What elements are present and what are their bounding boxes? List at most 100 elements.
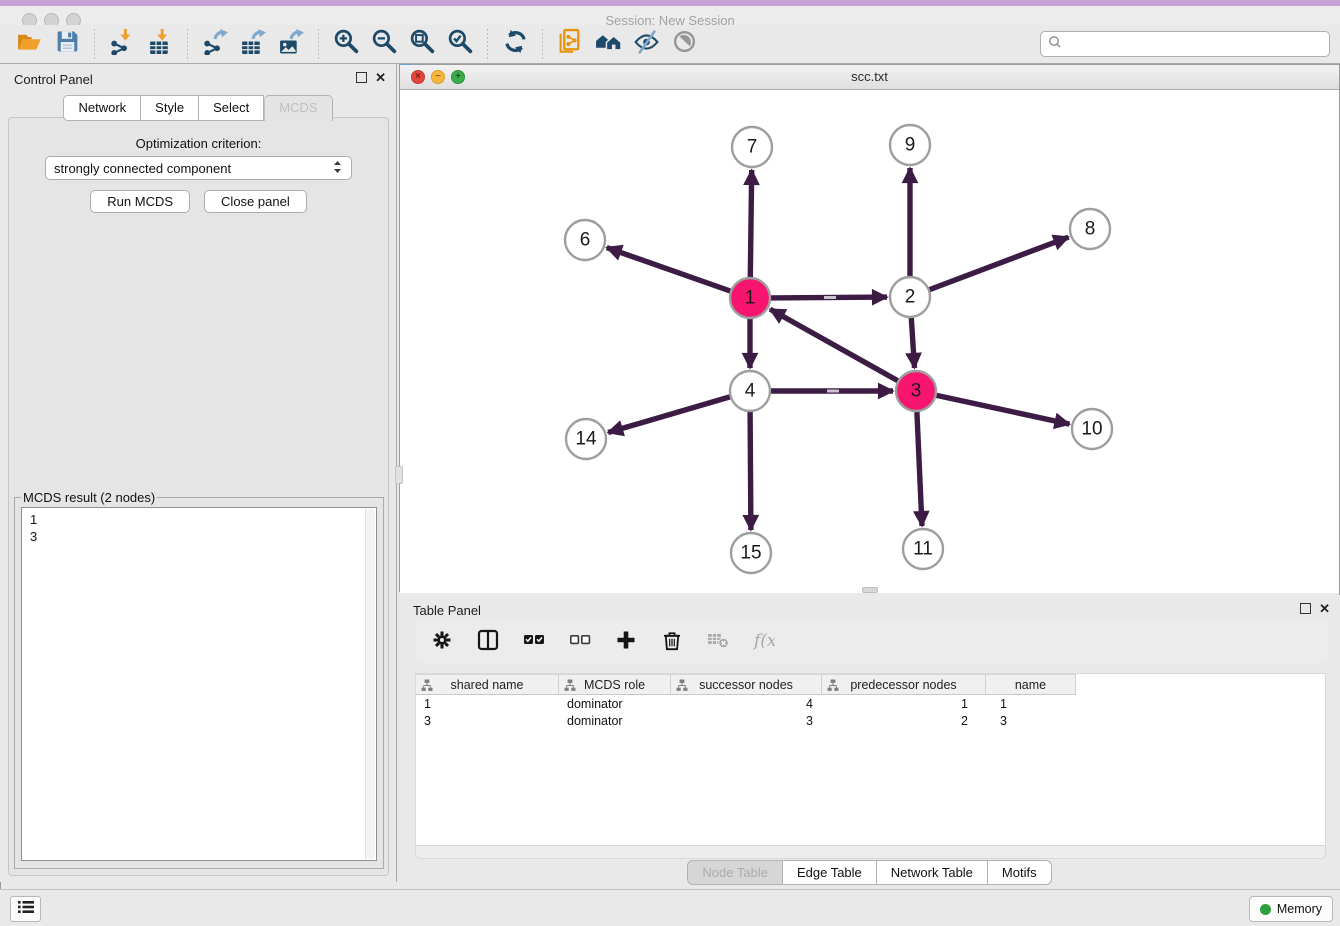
search-input[interactable] xyxy=(1063,33,1329,55)
export-table-button[interactable] xyxy=(234,28,272,60)
open-session-button[interactable] xyxy=(10,28,48,60)
graph-node-14[interactable]: 14 xyxy=(566,419,606,459)
tab-network[interactable]: Network xyxy=(63,95,141,121)
column-label: MCDS role xyxy=(584,678,645,692)
graph-edge-3-10[interactable] xyxy=(937,395,1070,424)
import-table-button[interactable] xyxy=(141,28,179,60)
tab-motifs[interactable]: Motifs xyxy=(988,860,1052,885)
table-row[interactable]: 1dominator411 xyxy=(416,695,1325,712)
add-column-button[interactable] xyxy=(613,629,639,655)
zoom-selected-button[interactable] xyxy=(441,28,479,60)
table-horizontal-scrollbar[interactable] xyxy=(416,845,1325,858)
network-splitter-grip[interactable] xyxy=(862,587,878,593)
graph-node-1[interactable]: 1 xyxy=(730,278,770,318)
refresh-network-icon xyxy=(502,28,529,60)
graph-edge-2-3[interactable] xyxy=(911,318,914,368)
graph-edge-1-7[interactable] xyxy=(750,170,751,277)
memory-button[interactable]: Memory xyxy=(1249,896,1333,922)
column-type-icon xyxy=(564,679,576,695)
import-network-button[interactable] xyxy=(103,28,141,60)
table-cell[interactable]: 1 xyxy=(822,695,986,712)
graph-node-2[interactable]: 2 xyxy=(890,277,930,317)
graph-node-11[interactable]: 11 xyxy=(903,529,943,569)
network-canvas[interactable]: 1 2 3 4 6 7 8 9 10 11 14 15 xyxy=(400,90,1339,593)
refresh-network-button[interactable] xyxy=(496,28,534,60)
graph-node-7[interactable]: 7 xyxy=(732,127,772,167)
clear-all-checkboxes-button[interactable] xyxy=(567,629,593,655)
table-cell[interactable]: 3 xyxy=(671,712,822,729)
table-cell[interactable]: 2 xyxy=(822,712,986,729)
network-window-titlebar[interactable]: × − + scc.txt xyxy=(400,65,1339,90)
graph-edge-3-1[interactable] xyxy=(770,309,898,381)
zoom-in-button[interactable] xyxy=(327,28,365,60)
table-panel-header: Table Panel ✕ xyxy=(399,595,1340,625)
table-settings-gear-button[interactable] xyxy=(429,629,455,655)
control-panel-header: Control Panel ✕ xyxy=(0,64,396,94)
graph-node-9[interactable]: 9 xyxy=(890,125,930,165)
select-all-checkboxes-button[interactable] xyxy=(521,629,547,655)
table-cell[interactable]: dominator xyxy=(559,712,671,729)
zoom-fit-button[interactable] xyxy=(403,28,441,60)
table-cell[interactable]: dominator xyxy=(559,695,671,712)
float-table-panel-icon[interactable] xyxy=(1300,603,1311,614)
zoom-out-button[interactable] xyxy=(365,28,403,60)
graph-node-10[interactable]: 10 xyxy=(1072,409,1112,449)
node-label: 11 xyxy=(913,539,933,560)
graph-node-3[interactable]: 3 xyxy=(896,371,936,411)
table-cell[interactable]: 4 xyxy=(671,695,822,712)
table-row[interactable]: 3dominator323 xyxy=(416,712,1325,729)
table-panel-title: Table Panel xyxy=(413,603,481,618)
tab-node-table[interactable]: Node Table xyxy=(687,860,783,885)
float-panel-icon[interactable] xyxy=(356,72,367,83)
search-box[interactable] xyxy=(1040,31,1330,57)
column-header-successor-nodes[interactable]: successor nodes xyxy=(671,674,822,695)
task-history-button[interactable] xyxy=(10,896,41,922)
tab-style[interactable]: Style xyxy=(141,95,199,121)
column-header-predecessor-nodes[interactable]: predecessor nodes xyxy=(822,674,986,695)
save-session-button[interactable] xyxy=(48,28,86,60)
graph-edge-2-8[interactable] xyxy=(930,237,1069,290)
graph-node-15[interactable]: 15 xyxy=(731,533,771,573)
show-graphics-details-button[interactable] xyxy=(665,28,703,60)
graph-edge-1-6[interactable] xyxy=(607,248,731,291)
toolbar-separator xyxy=(187,29,188,59)
graph-node-4[interactable]: 4 xyxy=(730,371,770,411)
graph-edge-3-11[interactable] xyxy=(917,412,922,526)
hide-selected-button[interactable] xyxy=(627,28,665,60)
close-panel-button[interactable]: Close panel xyxy=(204,190,307,213)
graph-node-6[interactable]: 6 xyxy=(565,220,605,260)
tab-edge-table[interactable]: Edge Table xyxy=(783,860,877,885)
delete-table-icon xyxy=(707,629,729,656)
mcds-result-area[interactable]: 1 3 xyxy=(21,507,377,861)
svg-text:f(x): f(x) xyxy=(753,631,775,651)
column-header-name[interactable]: name xyxy=(986,674,1076,695)
criterion-select[interactable]: strongly connected component xyxy=(45,156,352,180)
close-panel-icon[interactable]: ✕ xyxy=(375,72,386,83)
graph-edge-4-14[interactable] xyxy=(608,397,730,433)
close-table-panel-icon[interactable]: ✕ xyxy=(1319,603,1330,614)
export-image-button[interactable] xyxy=(272,28,310,60)
column-header-shared-name[interactable]: shared name xyxy=(416,674,559,695)
run-mcds-button[interactable]: Run MCDS xyxy=(90,190,190,213)
tab-mcds[interactable]: MCDS xyxy=(264,95,332,121)
node-label: 9 xyxy=(905,135,916,156)
graph-node-8[interactable]: 8 xyxy=(1070,209,1110,249)
first-neighbors-button[interactable] xyxy=(589,28,627,60)
table-cell[interactable]: 1 xyxy=(986,695,1076,712)
column-header-MCDS-role[interactable]: MCDS role xyxy=(559,674,671,695)
export-network-button[interactable] xyxy=(196,28,234,60)
toggle-column-panel-icon xyxy=(477,629,499,656)
tab-select[interactable]: Select xyxy=(199,95,264,121)
table-cell[interactable]: 1 xyxy=(416,695,559,712)
graph-edge-4-15[interactable] xyxy=(750,412,751,530)
result-scrollbar[interactable] xyxy=(365,509,375,859)
new-network-from-selection-icon xyxy=(557,28,584,60)
toggle-column-panel-button[interactable] xyxy=(475,629,501,655)
new-network-from-selection-button[interactable] xyxy=(551,28,589,60)
tab-network-table[interactable]: Network Table xyxy=(877,860,988,885)
panel-splitter-grip[interactable] xyxy=(395,466,403,484)
table-cell[interactable]: 3 xyxy=(416,712,559,729)
delete-column-button[interactable] xyxy=(659,629,685,655)
clear-all-checkboxes-icon xyxy=(569,629,591,656)
table-cell[interactable]: 3 xyxy=(986,712,1076,729)
